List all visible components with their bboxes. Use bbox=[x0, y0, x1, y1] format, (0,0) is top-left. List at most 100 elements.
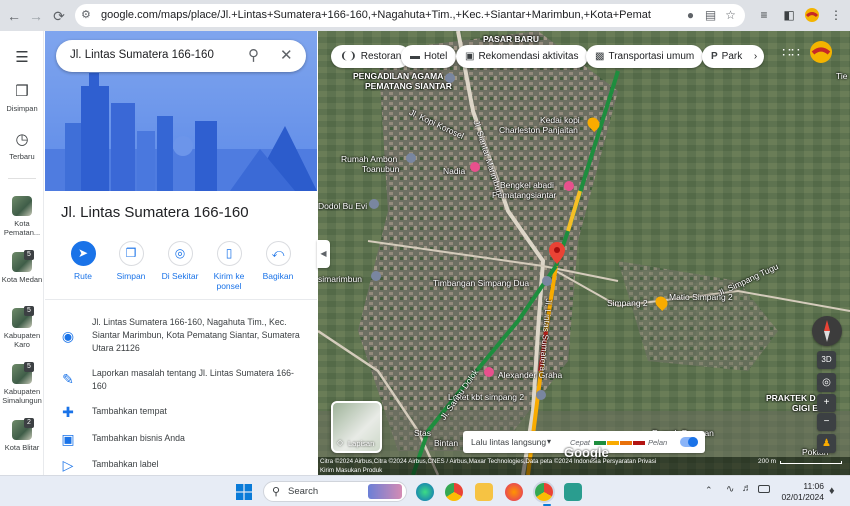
map-label: Charleston Panjaitan bbox=[499, 125, 578, 135]
traffic-dropdown[interactable]: Lalu lintas langsung bbox=[471, 437, 546, 447]
reading-list-icon[interactable]: ≡ bbox=[756, 7, 772, 23]
layers-button[interactable]: ◇ Lapisan bbox=[331, 401, 382, 453]
notepad-app-icon[interactable] bbox=[564, 483, 582, 501]
chrome-browser-icon[interactable] bbox=[445, 483, 463, 501]
chip-hotels[interactable]: ▬ Hotel bbox=[401, 45, 457, 68]
rail-item-label: Disimpan bbox=[6, 104, 38, 113]
volume-icon[interactable]: ♬ bbox=[742, 483, 752, 494]
chevron-down-icon[interactable]: ▾ bbox=[547, 437, 551, 446]
send-feedback-link[interactable]: Kirim Masukan Produk bbox=[320, 466, 850, 475]
recent-place-item[interactable]: 2 Kota Blitar bbox=[0, 418, 44, 452]
zoom-in-button[interactable]: + bbox=[817, 394, 836, 412]
toggle-knob bbox=[688, 437, 698, 447]
bus-stop-pin-icon[interactable] bbox=[371, 271, 381, 281]
close-icon[interactable]: ✕ bbox=[280, 47, 298, 65]
chip-transit[interactable]: ▩ Transportasi umum bbox=[586, 45, 704, 68]
map-label: Nadia bbox=[443, 166, 466, 176]
bookmark-icon: ❒ bbox=[15, 83, 29, 100]
reload-icon[interactable]: ⟳ bbox=[49, 6, 69, 26]
site-info-icon[interactable]: ⚙ bbox=[81, 8, 95, 22]
url-text[interactable]: google.com/maps/place/Jl.+Lintas+Sumater… bbox=[101, 9, 651, 21]
profile-avatar-icon[interactable] bbox=[804, 7, 820, 23]
traffic-toggle[interactable] bbox=[680, 437, 698, 447]
apps-grid-icon[interactable]: ∷∷ bbox=[781, 42, 801, 62]
save-button[interactable]: ❒ Simpan bbox=[106, 241, 156, 281]
collapse-panel-button[interactable]: ◀ bbox=[317, 240, 330, 268]
my-location-icon[interactable]: ◎ bbox=[817, 373, 836, 392]
chip-things-to-do[interactable]: ▣ Rekomendasi aktivitas bbox=[456, 45, 588, 68]
poi-pin-icon[interactable] bbox=[369, 199, 379, 209]
zoom-out-button[interactable]: − bbox=[817, 413, 836, 431]
label-icon: ▷ bbox=[62, 457, 74, 473]
share-icon: ⤺ bbox=[265, 241, 291, 266]
rail-item-saved[interactable]: ❒ Disimpan bbox=[0, 83, 44, 113]
poi-pin-icon[interactable] bbox=[406, 153, 416, 163]
wifi-icon[interactable]: ∿ bbox=[726, 484, 734, 495]
tilt-3d-button[interactable]: 3D bbox=[817, 351, 836, 369]
file-explorer-icon[interactable] bbox=[475, 483, 493, 501]
add-location-icon: ✚ bbox=[62, 404, 74, 420]
place-thumbnail: 2 bbox=[12, 418, 34, 440]
satellite-map[interactable]: ❨❩ Restoran ▬ Hotel ▣ Rekomendasi aktivitas… bbox=[318, 31, 850, 475]
place-thumbnail: 5 bbox=[12, 362, 34, 384]
search-input[interactable]: Jl. Lintas Sumatera 166-160 bbox=[70, 49, 214, 61]
clock-date[interactable]: 02/01/2024 bbox=[776, 492, 824, 502]
traffic-legend-orange bbox=[620, 441, 632, 445]
search-icon[interactable]: ⚲ bbox=[248, 47, 266, 65]
map-label: Kedai kopi bbox=[540, 115, 580, 125]
location-icon[interactable]: ● bbox=[683, 8, 698, 23]
notification-bell-icon[interactable]: ♦ bbox=[829, 485, 835, 497]
stack-count-badge: 5 bbox=[24, 250, 34, 260]
selected-location-pin-icon[interactable] bbox=[549, 242, 565, 264]
phone-icon: ▯ bbox=[216, 241, 242, 266]
recent-place-item[interactable]: 5 Kota Medan bbox=[0, 250, 44, 284]
more-menu-icon[interactable]: ⋮ bbox=[828, 7, 844, 23]
chip-restaurants[interactable]: ❨❩ Restoran bbox=[331, 45, 411, 68]
recent-place-item[interactable]: 5 Kabupaten Karo bbox=[0, 306, 44, 349]
bus-stop-pin-icon[interactable] bbox=[536, 390, 546, 400]
search-highlight-image bbox=[368, 484, 402, 499]
map-label: PRAKTEK D bbox=[766, 393, 816, 403]
share-button[interactable]: ⤺ Bagikan bbox=[253, 241, 303, 281]
windows-start-icon[interactable] bbox=[236, 484, 252, 500]
compass-button[interactable] bbox=[812, 316, 842, 346]
windows-taskbar: ⚲ Search ⌃ ∿ ♬ 11:06 02/01/2024 ♦ bbox=[0, 475, 850, 506]
recent-place-item[interactable]: Kota Pematan... bbox=[0, 196, 44, 237]
menu-button[interactable]: ☰ bbox=[0, 49, 44, 70]
shop-pin-icon[interactable] bbox=[564, 181, 574, 191]
shop-pin-icon[interactable] bbox=[484, 367, 494, 377]
poi-pin-icon[interactable] bbox=[445, 73, 455, 83]
search-box[interactable]: Jl. Lintas Sumatera 166-160 ⚲ ✕ bbox=[56, 40, 306, 72]
edge-browser-icon[interactable] bbox=[416, 483, 434, 501]
bookmark-star-icon[interactable]: ☆ bbox=[723, 8, 738, 23]
install-icon[interactable]: ▤ bbox=[703, 8, 718, 23]
battery-icon[interactable] bbox=[758, 485, 770, 493]
firefox-browser-icon[interactable] bbox=[505, 483, 523, 501]
recent-place-item[interactable]: 5 Kabupaten Simalungun bbox=[0, 362, 44, 405]
shop-pin-icon[interactable] bbox=[470, 162, 480, 172]
chip-label: Hotel bbox=[424, 51, 448, 62]
back-icon[interactable]: ← bbox=[4, 6, 24, 26]
side-panel-icon[interactable]: ◧ bbox=[781, 7, 797, 23]
poi-pin-icon[interactable] bbox=[542, 276, 552, 286]
nearby-button[interactable]: ◎ Di Sekitar bbox=[155, 241, 205, 281]
directions-button[interactable]: ➤ Rute bbox=[58, 241, 108, 281]
scale-label[interactable]: 200 m bbox=[758, 457, 776, 466]
clock-time[interactable]: 11:06 bbox=[780, 481, 824, 491]
place-thumbnail bbox=[12, 196, 32, 216]
street-view-pegman-icon[interactable]: ♟ bbox=[817, 434, 836, 453]
map-label: Bengkel abadi bbox=[500, 180, 554, 190]
taskbar-search-box[interactable]: ⚲ Search bbox=[263, 481, 407, 502]
maps-left-rail: ☰ ❒ Disimpan ◷ Terbaru Kota Pematan... 5… bbox=[0, 31, 44, 475]
chevron-right-icon: › bbox=[753, 51, 758, 62]
address-bar[interactable]: ⚙ google.com/maps/place/Jl.+Lintas+Sumat… bbox=[75, 4, 745, 27]
account-avatar[interactable] bbox=[809, 40, 833, 64]
slow-label: Pelan bbox=[648, 438, 668, 447]
map-label: Bintan bbox=[434, 438, 459, 448]
forward-icon[interactable]: → bbox=[26, 6, 46, 26]
chrome-profile-icon[interactable] bbox=[535, 483, 553, 501]
chip-parking[interactable]: P Park › bbox=[702, 45, 765, 68]
chevron-up-icon[interactable]: ⌃ bbox=[705, 485, 713, 496]
rail-item-recent[interactable]: ◷ Terbaru bbox=[0, 131, 44, 161]
send-to-phone-button[interactable]: ▯ Kirim ke ponsel bbox=[204, 241, 254, 291]
